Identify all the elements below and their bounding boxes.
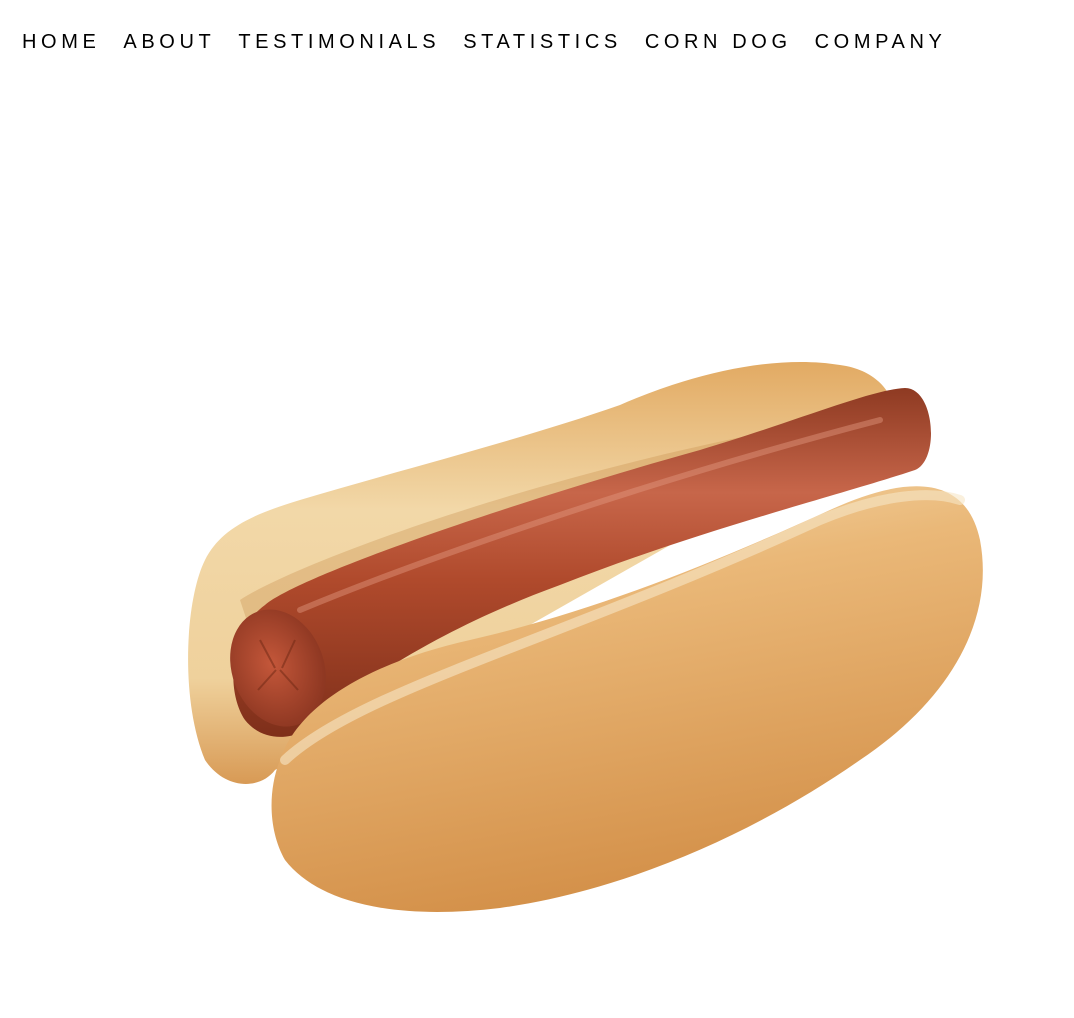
nav-link-statistics[interactable]: STATISTICS	[463, 30, 622, 54]
nav-link-home[interactable]: HOME	[22, 30, 100, 54]
nav-link-company[interactable]: COMPANY	[815, 30, 947, 54]
nav-link-corn-dog[interactable]: CORN DOG	[645, 30, 792, 54]
main-navigation: HOME ABOUT TESTIMONIALS STATISTICS CORN …	[22, 30, 969, 54]
nav-link-about[interactable]: ABOUT	[123, 30, 215, 54]
hot-dog-illustration	[188, 361, 983, 912]
hero-image	[0, 90, 1074, 1018]
nav-link-testimonials[interactable]: TESTIMONIALS	[238, 30, 440, 54]
